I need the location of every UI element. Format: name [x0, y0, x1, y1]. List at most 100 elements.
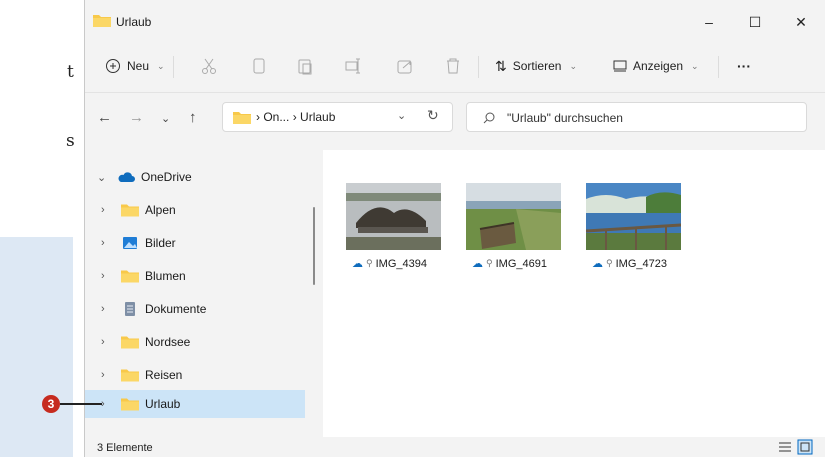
chevron-down-icon[interactable]: ⌄ — [97, 171, 117, 184]
chevron-right-icon[interactable]: › — [101, 237, 121, 249]
nav-item-label: Nordsee — [145, 335, 191, 349]
chevron-right-icon[interactable]: › — [101, 270, 121, 282]
cloud-status-icon: ☁ — [352, 258, 363, 270]
photo-coast-bench — [466, 183, 561, 250]
toolbar-separator — [173, 56, 174, 78]
folder-icon — [121, 270, 139, 283]
status-item-count: 3 Elemente — [97, 442, 153, 454]
share-icon[interactable] — [395, 56, 415, 76]
refresh-icon[interactable]: ↻ — [427, 107, 439, 124]
rename-icon[interactable] — [343, 56, 363, 76]
up-arrow-icon[interactable]: ↑ — [189, 109, 197, 126]
more-icon: ··· — [737, 58, 751, 74]
nav-item-reisen[interactable]: › Reisen — [85, 361, 305, 389]
nav-item-label: Dokumente — [145, 302, 207, 316]
annotation-pointer-line — [60, 403, 102, 405]
copy-icon[interactable] — [249, 56, 269, 76]
nav-item-urlaub[interactable]: › Urlaub — [85, 390, 305, 418]
cloud-icon — [118, 172, 135, 182]
file-explorer-window: Urlaub – ☐ ✕ Neu ⌄ ⇅ Sortieren ⌄ Anzeige… — [84, 0, 825, 457]
file-label[interactable]: ☁ ⚲ IMG_4394 — [352, 257, 427, 271]
photo-lake-reeds — [346, 183, 441, 250]
new-button[interactable]: Neu ⌄ — [105, 52, 165, 80]
folder-icon — [121, 336, 139, 349]
breadcrumb-separator: › — [256, 110, 260, 124]
nav-item-label: Urlaub — [145, 397, 181, 411]
recent-chevron-icon[interactable]: ⌄ — [161, 112, 170, 125]
search-placeholder: "Urlaub" durchsuchen — [507, 111, 623, 125]
chevron-right-icon[interactable]: › — [101, 369, 121, 381]
maximize-button[interactable]: ☐ — [732, 8, 778, 36]
minimize-button[interactable]: – — [686, 8, 732, 36]
cloud-status-icon: ☁ — [592, 258, 603, 270]
sort-icon: ⇅ — [495, 57, 507, 74]
nav-scrollbar[interactable] — [313, 207, 315, 285]
cloud-status-icon: ☁ — [472, 258, 483, 270]
nav-item-nordsee[interactable]: › Nordsee — [85, 328, 305, 356]
folder-icon — [121, 398, 139, 411]
file-label[interactable]: ☁ ⚲ IMG_4691 — [472, 257, 547, 271]
file-thumbnail[interactable] — [466, 183, 561, 250]
view-icon — [613, 60, 627, 72]
nav-item-label: Alpen — [145, 203, 176, 217]
chevron-down-icon: ⌄ — [691, 60, 699, 71]
nav-item-onedrive[interactable]: ⌄ OneDrive — [85, 163, 305, 191]
file-label[interactable]: ☁ ⚲ IMG_4723 — [592, 257, 667, 271]
chevron-right-icon[interactable]: › — [101, 303, 121, 315]
photo-dunes-lake — [586, 183, 681, 250]
title-bar: Urlaub – ☐ ✕ — [85, 0, 825, 40]
address-dropdown-icon[interactable]: ⌄ — [397, 109, 406, 122]
view-label: Anzeigen — [633, 59, 684, 73]
chevron-right-icon[interactable]: › — [101, 204, 121, 216]
toolbar-separator — [718, 56, 719, 78]
toolbar-separator — [478, 56, 479, 78]
nav-item-alpen[interactable]: › Alpen — [85, 196, 305, 224]
close-button[interactable]: ✕ — [778, 8, 824, 36]
back-arrow-icon[interactable]: ← — [97, 109, 112, 126]
folder-icon — [121, 369, 139, 382]
breadcrumb-separator: › — [292, 110, 297, 124]
paste-icon[interactable] — [295, 56, 315, 76]
background-text-s: s — [66, 131, 75, 151]
file-thumbnail[interactable] — [346, 183, 441, 250]
forward-arrow-icon[interactable]: → — [129, 109, 144, 126]
file-name: IMG_4691 — [495, 257, 547, 270]
address-bar[interactable]: › On... › Urlaub ⌄ ↻ — [222, 102, 453, 132]
shared-person-icon: ⚲ — [606, 258, 613, 268]
view-button[interactable]: Anzeigen ⌄ — [613, 52, 699, 80]
delete-icon[interactable] — [443, 56, 463, 76]
search-box[interactable]: "Urlaub" durchsuchen — [466, 102, 807, 132]
background-text-t: t — [67, 62, 74, 82]
chevron-right-icon[interactable]: › — [101, 336, 121, 348]
annotation-badge: 3 — [42, 395, 60, 413]
window-title: Urlaub — [116, 15, 152, 29]
pictures-icon — [123, 237, 137, 249]
nav-item-dokumente[interactable]: › Dokumente — [85, 295, 305, 323]
details-view-icon[interactable] — [777, 439, 793, 455]
shared-person-icon: ⚲ — [366, 258, 373, 268]
chevron-down-icon: ⌄ — [569, 60, 577, 71]
breadcrumb: › On... › Urlaub — [256, 110, 335, 124]
file-thumbnail[interactable] — [586, 183, 681, 250]
folder-icon — [121, 204, 139, 217]
nav-item-blumen[interactable]: › Blumen — [85, 262, 305, 290]
chevron-right-icon[interactable]: › — [101, 398, 121, 410]
breadcrumb-onedrive[interactable]: On... — [263, 110, 289, 124]
cut-icon[interactable] — [199, 56, 219, 76]
side-panel — [0, 237, 73, 457]
shared-person-icon: ⚲ — [486, 258, 493, 268]
command-bar: Neu ⌄ ⇅ Sortieren ⌄ Anzeigen ⌄ ··· — [85, 42, 825, 93]
tiles-view-icon[interactable] — [797, 439, 813, 455]
file-name: IMG_4394 — [375, 257, 427, 270]
new-label: Neu — [127, 59, 150, 73]
sort-button[interactable]: ⇅ Sortieren ⌄ — [495, 52, 577, 80]
search-icon — [483, 112, 495, 124]
nav-item-bilder[interactable]: › Bilder — [85, 229, 305, 257]
folder-icon — [233, 112, 251, 124]
address-row: ← → ⌄ ↑ › On... › Urlaub ⌄ ↻ "Urlaub" du… — [85, 95, 825, 145]
nav-item-label: Bilder — [145, 236, 176, 250]
folder-icon — [93, 15, 111, 27]
more-options-button[interactable]: ··· — [737, 52, 751, 80]
nav-item-label: OneDrive — [141, 170, 192, 184]
breadcrumb-urlaub[interactable]: Urlaub — [300, 110, 335, 124]
